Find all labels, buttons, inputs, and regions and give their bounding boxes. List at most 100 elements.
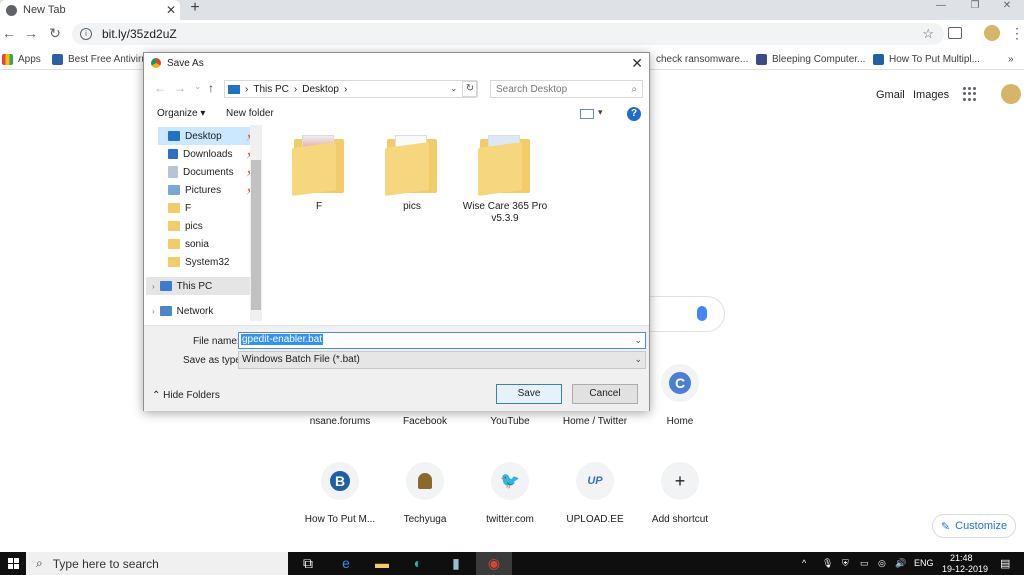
shortcut-tile[interactable]: B How To Put M... — [300, 462, 380, 542]
refresh-icon[interactable]: ↻ — [462, 81, 478, 97]
edge-chromium-icon[interactable]: ◐ — [400, 552, 436, 575]
chevron-down-icon[interactable]: ⌄ — [450, 83, 458, 94]
star-icon[interactable]: ☆ — [922, 26, 934, 42]
taskbar-search-placeholder: Type here to search — [52, 556, 159, 571]
task-view-icon[interactable]: ⧉ — [290, 552, 326, 575]
close-tab-icon[interactable]: ✕ — [162, 3, 180, 17]
restore-icon[interactable]: ❐ — [958, 0, 992, 14]
save-button[interactable]: Save — [496, 384, 562, 404]
nav-label: Network — [176, 305, 214, 317]
forward-arrow-icon[interactable]: → — [174, 81, 186, 95]
bookmark-apps[interactable]: Apps — [2, 52, 41, 66]
chevron-down-icon: ⌄ — [634, 354, 642, 364]
dialog-title: Save As — [167, 57, 204, 69]
help-icon[interactable]: ? — [627, 107, 641, 121]
minimize-icon[interactable]: — — [924, 0, 958, 14]
taskbar-search[interactable]: ⌕ Type here to search — [26, 552, 288, 575]
search-desktop-input[interactable]: Search Desktop ⌕ — [490, 80, 643, 98]
up-arrow-icon[interactable]: ↑ — [208, 81, 214, 95]
close-dialog-icon[interactable]: ✕ — [631, 55, 643, 72]
account-avatar[interactable] — [1001, 84, 1021, 104]
notifications-icon[interactable]: ▤ — [1000, 557, 1010, 570]
shortcut-tile[interactable]: UP UPLOAD.EE — [555, 462, 635, 542]
new-folder-button[interactable]: New folder — [226, 108, 274, 119]
folder-item-f[interactable]: F — [274, 133, 364, 213]
clock-date[interactable]: 19-12-2019 — [942, 564, 988, 574]
customize-button[interactable]: ✎ Customize — [932, 514, 1016, 538]
nav-item-sonia[interactable]: sonia — [158, 235, 262, 253]
gmail-link[interactable]: Gmail — [876, 89, 905, 101]
network-icon — [159, 306, 172, 316]
nav-item-documents[interactable]: Documents 📌 — [158, 163, 262, 181]
bookmarks-more[interactable]: » — [1008, 52, 1014, 66]
clock-time[interactable]: 21:48 — [950, 553, 973, 563]
menu-icon[interactable]: ⋮ — [1010, 25, 1024, 42]
back-arrow-icon[interactable]: ← — [154, 81, 166, 95]
hide-folders-button[interactable]: ⌃ Hide Folders — [152, 390, 220, 401]
address-bar[interactable]: i bit.ly/35zd2uZ ☆ — [72, 23, 944, 45]
recent-dropdown-icon[interactable]: ⌄ — [194, 81, 202, 92]
bookmark-bleeping[interactable]: Bleeping Computer... — [756, 52, 865, 66]
expand-chevron-icon[interactable]: › — [152, 307, 155, 316]
new-tab-button[interactable]: + — [186, 0, 204, 18]
file-name-input[interactable]: gpedit-enabler.bat ⌄ — [238, 332, 646, 349]
tray-chevron-icon[interactable]: ^ — [802, 558, 806, 568]
folder-label: Wise Care 365 Pro v5.3.9 — [462, 201, 548, 224]
folder-breadcrumb[interactable]: › This PC › Desktop › — [224, 80, 477, 98]
folder-item-pics[interactable]: pics — [367, 133, 457, 213]
save-type-select[interactable]: Windows Batch File (*.bat) ⌄ — [238, 351, 646, 369]
nav-item-this-pc[interactable]: › This PC — [146, 277, 250, 295]
cast-icon[interactable] — [948, 27, 962, 39]
bookmark-ransomware[interactable]: check ransomware... — [656, 52, 748, 66]
bookmark-howto[interactable]: How To Put Multipl... — [873, 52, 980, 66]
start-windows-icon[interactable] — [0, 552, 26, 575]
breadcrumb-desktop[interactable]: Desktop — [302, 84, 339, 95]
app-icon[interactable]: ▮ — [438, 552, 474, 575]
nav-item-system32[interactable]: System32 — [158, 253, 262, 271]
cancel-button[interactable]: Cancel — [572, 384, 638, 404]
edge-icon[interactable]: e — [328, 552, 364, 575]
nav-item-downloads[interactable]: Downloads 📌 — [158, 145, 262, 163]
forward-icon[interactable]: → — [22, 24, 40, 42]
profile-avatar[interactable] — [984, 25, 1000, 41]
close-window-icon[interactable]: ✕ — [990, 0, 1024, 14]
images-link[interactable]: Images — [913, 89, 949, 101]
apps-icon — [2, 53, 13, 65]
nav-item-pics[interactable]: pics — [158, 217, 262, 235]
microphone-icon[interactable] — [697, 306, 707, 321]
nav-item-network[interactable]: › Network — [146, 302, 250, 320]
nav-item-pictures[interactable]: Pictures 📌 — [158, 181, 262, 199]
volume-icon[interactable]: 🔊 — [895, 558, 906, 569]
nav-label: Downloads — [183, 148, 233, 160]
view-icon[interactable] — [580, 109, 594, 119]
nav-label: Desktop — [185, 130, 222, 142]
mic-tray-icon[interactable]: 🎙 — [822, 558, 833, 569]
expand-chevron-icon[interactable]: › — [152, 282, 155, 291]
info-icon[interactable]: i — [80, 28, 92, 40]
file-explorer-icon[interactable]: ▬ — [364, 552, 400, 575]
folder-item-wise-care[interactable]: Wise Care 365 Pro v5.3.9 — [460, 133, 550, 225]
network-tray-icon[interactable]: ◎ — [878, 558, 886, 569]
chevron-down-icon[interactable]: ⌄ — [634, 335, 642, 346]
add-shortcut-button[interactable]: + Add shortcut — [640, 462, 720, 542]
organize-button[interactable]: Organize ▾ — [157, 108, 205, 119]
shortcut-tile-home[interactable]: C Home — [640, 364, 720, 444]
back-icon[interactable]: ← — [0, 24, 18, 42]
reload-icon[interactable]: ↻ — [46, 24, 64, 42]
bookmark-antivirus[interactable]: Best Free Antivirus — [52, 52, 152, 66]
shortcut-tile[interactable]: 🐦 twitter.com — [470, 462, 550, 542]
battery-icon[interactable]: ▭ — [860, 558, 869, 569]
view-dropdown-icon[interactable]: ▾ — [598, 107, 603, 118]
file-name-value: gpedit-enabler.bat — [241, 334, 324, 345]
apps-grid-icon[interactable] — [963, 87, 977, 101]
shortcut-tile[interactable]: Techyuga — [385, 462, 465, 542]
nav-item-f[interactable]: F — [158, 199, 262, 217]
breadcrumb-this-pc[interactable]: This PC — [253, 84, 289, 95]
chrome-taskbar-icon[interactable]: ◉ — [476, 552, 512, 575]
shortcut-label: Techyuga — [403, 514, 447, 525]
nav-item-desktop[interactable]: Desktop 📌 — [158, 127, 262, 145]
language-indicator[interactable]: ENG — [914, 558, 934, 568]
tab-new-tab[interactable]: New Tab ✕ — [0, 0, 180, 20]
scrollbar-thumb[interactable] — [251, 160, 261, 310]
security-tray-icon[interactable]: ⛨ — [842, 558, 849, 569]
